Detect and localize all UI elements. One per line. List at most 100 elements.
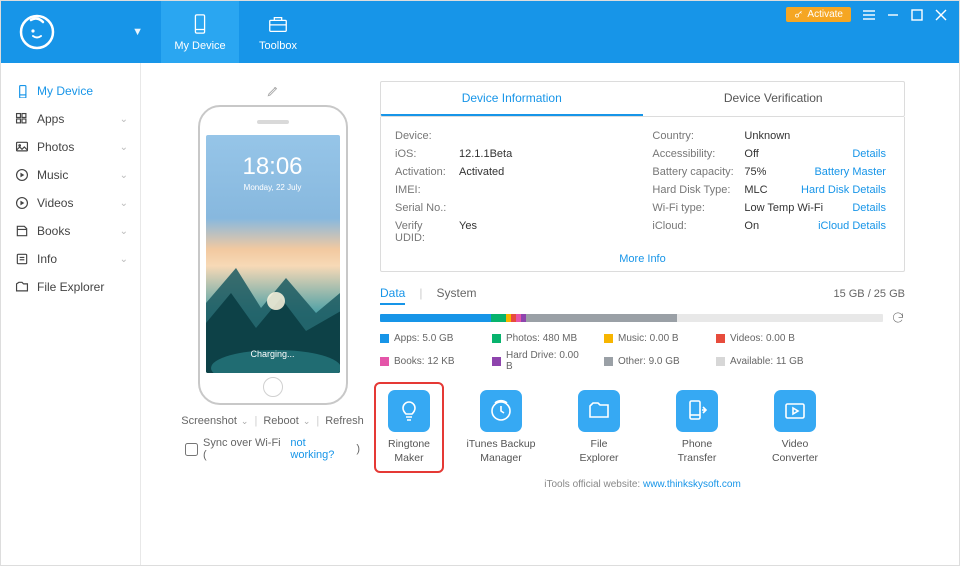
tool-ringtone-maker[interactable]: RingtoneMaker [374,382,444,473]
device-selector-dropdown-icon[interactable]: ▼ [132,26,143,38]
tool-icon [489,399,513,423]
info-label: Accessibility: [652,148,740,160]
tool-icon [587,399,611,423]
legend-swatch [604,357,613,366]
sidebar-item-apps[interactable]: Apps⌄ [1,105,140,133]
info-row: Activation: Activated Battery capacity: 75%… [395,163,890,181]
info-value: Unknown [744,130,790,142]
info-value: MLC [744,184,767,196]
sync-not-working-link[interactable]: not working? [290,437,351,461]
storage-tab-data[interactable]: Data [380,286,405,305]
info-value: 75% [744,166,766,178]
sidebar-icon [15,252,29,266]
phone-date: Monday, 22 July [206,183,340,192]
info-link[interactable]: iCloud Details [818,220,890,232]
maximize-icon[interactable] [909,7,925,23]
toolbox-icon [267,13,289,35]
tool-icon [783,399,807,423]
edit-icon[interactable] [266,84,280,98]
info-label: iOS: [395,148,455,160]
info-link[interactable]: Details [852,202,890,214]
info-row: Device:Country:Unknown [395,127,890,145]
sidebar-item-music[interactable]: Music⌄ [1,161,140,189]
more-info-link[interactable]: More Info [395,247,890,265]
legend-item: Hard Drive: 0.00 B [492,350,584,372]
tool-file-explorer[interactable]: FileExplorer [564,390,634,465]
info-label: Hard Disk Type: [652,184,740,196]
legend-item: Other: 9.0 GB [604,350,696,372]
sidebar-label: Music [37,168,68,182]
tool-label: PhoneTransfer [678,438,717,465]
info-value: On [744,220,759,232]
sidebar-item-videos[interactable]: Videos⌄ [1,189,140,217]
sidebar-item-info[interactable]: Info⌄ [1,245,140,273]
key-icon [794,10,803,19]
tool-icon-box [578,390,620,432]
menu-icon[interactable] [861,7,877,23]
tool-icon-box [388,390,430,432]
sidebar-item-my-device[interactable]: My Device [1,77,140,105]
info-label: Wi-Fi type: [652,202,740,214]
legend-label: Available: 11 GB [730,356,804,367]
minimize-icon[interactable] [885,7,901,23]
legend-label: Music: 0.00 B [618,333,679,344]
legend-swatch [716,357,725,366]
refresh-button[interactable]: Refresh [325,415,364,427]
activate-button[interactable]: Activate [786,7,851,22]
sidebar-label: Info [37,252,57,266]
sidebar-item-file-explorer[interactable]: File Explorer [1,273,140,301]
tool-icon-box [480,390,522,432]
tool-itunes-backup-manager[interactable]: iTunes BackupManager [466,390,536,465]
legend-swatch [380,334,389,343]
legend-label: Hard Drive: 0.00 B [506,350,584,372]
tab-device-verification[interactable]: Device Verification [643,82,905,116]
legend-item: Videos: 0.00 B [716,333,808,344]
info-value: 12.1.1Beta [459,148,512,160]
info-label: Serial No.: [395,202,455,214]
storage-bar [380,314,883,322]
sidebar-item-books[interactable]: Books⌄ [1,217,140,245]
logo-area[interactable]: ▼ [1,1,161,63]
info-value: Low Temp Wi-Fi [744,202,823,214]
phone-preview: 18:06 Monday, 22 July Charging... [198,105,348,405]
screenshot-button[interactable]: Screenshot [181,415,237,427]
info-label: Battery capacity: [652,166,740,178]
legend-label: Videos: 0.00 B [730,333,795,344]
sidebar-label: My Device [37,84,93,98]
info-link[interactable]: Details [852,148,890,160]
footer-website: iTools official website: www.thinkskysof… [380,479,905,490]
nav-label: My Device [174,40,225,52]
reboot-button[interactable]: Reboot [263,415,298,427]
sidebar-label: File Explorer [37,280,104,294]
legend-item: Books: 12 KB [380,350,472,372]
sidebar: My Device Apps⌄Photos⌄Music⌄Videos⌄Books⌄… [1,63,141,565]
info-link[interactable]: Battery Master [814,166,890,178]
official-website-link[interactable]: www.thinkskysoft.com [643,479,741,490]
info-label: Device: [395,130,455,142]
info-label: Activation: [395,166,455,178]
storage-total: 15 GB / 25 GB [833,288,905,300]
storage-tab-system[interactable]: System [436,286,476,300]
info-row: Serial No.: Wi-Fi type: Low Temp Wi-Fi Deta… [395,199,890,217]
legend-item: Music: 0.00 B [604,333,696,344]
tab-device-information[interactable]: Device Information [381,82,643,116]
tool-video-converter[interactable]: VideoConverter [760,390,830,465]
refresh-icon[interactable] [891,311,905,325]
app-logo-icon [19,14,55,50]
info-label: Verify UDID: [395,220,455,244]
close-icon[interactable] [933,7,949,23]
info-link[interactable]: Hard Disk Details [801,184,890,196]
sync-wifi-checkbox[interactable] [185,443,198,456]
sidebar-item-photos[interactable]: Photos⌄ [1,133,140,161]
info-value: Off [744,148,758,160]
sidebar-icon [15,168,29,182]
tool-phone-transfer[interactable]: PhoneTransfer [662,390,732,465]
sidebar-icon [15,84,29,98]
info-row: iOS: 12.1.1Beta Accessibility: Off Details [395,145,890,163]
info-value: Activated [459,166,504,178]
nav-toolbox[interactable]: Toolbox [239,1,317,63]
tool-label: FileExplorer [579,438,618,465]
nav-my-device[interactable]: My Device [161,1,239,63]
legend-swatch [604,334,613,343]
tool-label: VideoConverter [772,438,818,465]
